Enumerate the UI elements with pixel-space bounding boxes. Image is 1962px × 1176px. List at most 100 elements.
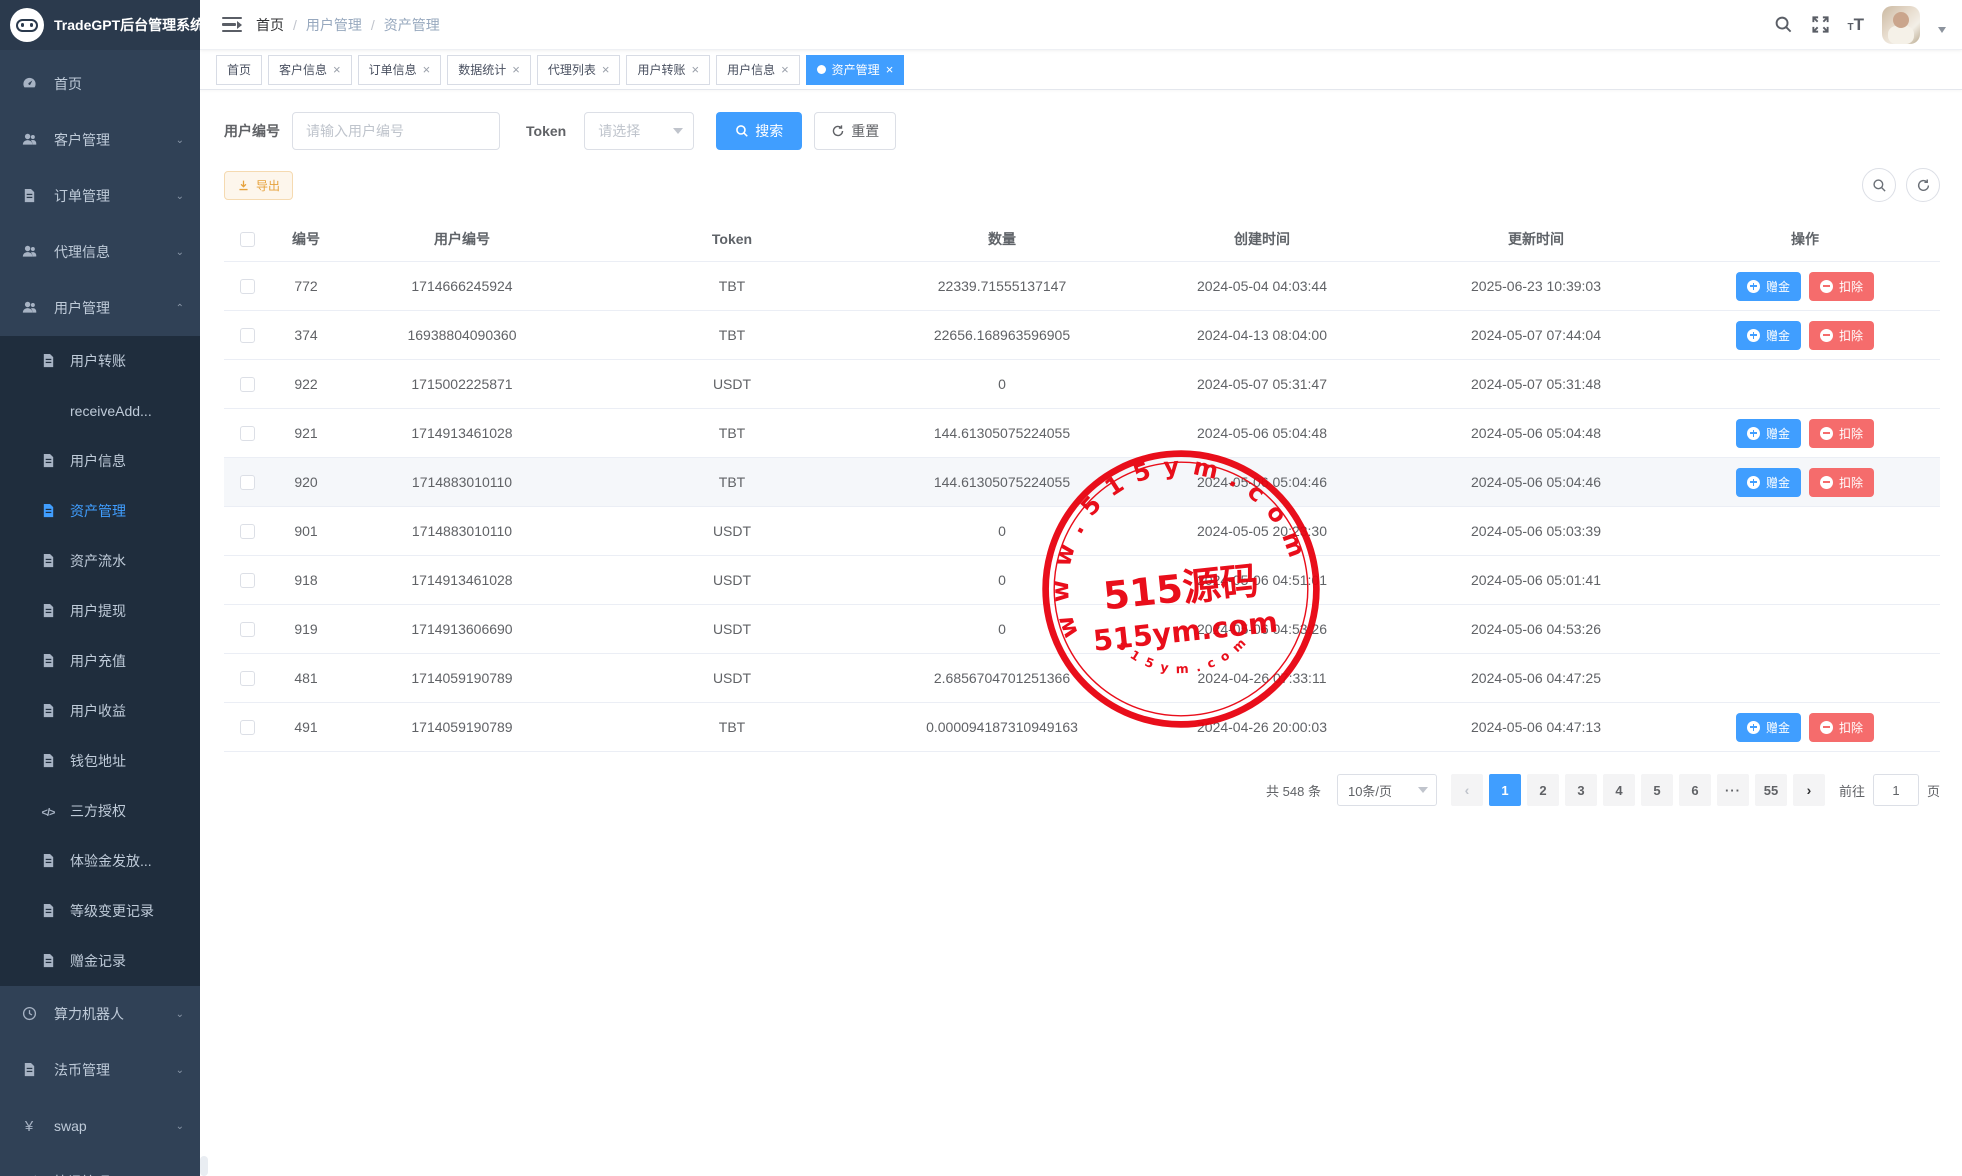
search-icon[interactable]	[1774, 15, 1793, 34]
select-all-checkbox[interactable]	[240, 232, 255, 247]
page-button-5[interactable]: 5	[1641, 774, 1673, 806]
page-button-3[interactable]: 3	[1565, 774, 1597, 806]
tab-数据统计[interactable]: 数据统计×	[447, 55, 531, 85]
document-icon	[22, 1062, 37, 1077]
sidebar-item-订单管理[interactable]: 订单管理⌄	[0, 168, 200, 224]
sidebar-subitem-用户信息[interactable]: 用户信息	[0, 436, 200, 486]
avatar[interactable]	[1882, 6, 1920, 44]
table-search-toggle-button[interactable]	[1862, 168, 1896, 202]
cell-actions: 赠金 扣除	[1670, 272, 1940, 301]
main-area: 首页 / 用户管理 / 资产管理 TT 首页客户信息×订单信息×数据统计×代理列…	[200, 0, 1962, 1176]
page-button-2[interactable]: 2	[1527, 774, 1559, 806]
breadcrumb-home[interactable]: 首页	[256, 15, 284, 35]
cell-id: 921	[270, 425, 342, 441]
gift-button[interactable]: 赠金	[1736, 321, 1801, 350]
sidebar-subitem-label: 资产流水	[70, 551, 126, 571]
sidebar-subitem-体验金发放...[interactable]: 体验金发放...	[0, 836, 200, 886]
sidebar-item-法币管理[interactable]: 法币管理⌄	[0, 1042, 200, 1098]
row-checkbox[interactable]	[240, 671, 255, 686]
goto-page-input[interactable]	[1873, 774, 1919, 806]
close-icon[interactable]: ×	[423, 63, 431, 76]
sidebar-subitem-钱包地址[interactable]: 钱包地址	[0, 736, 200, 786]
user-id-input[interactable]	[292, 112, 500, 150]
sidebar-subitem-三方授权[interactable]: </>三方授权	[0, 786, 200, 836]
row-checkbox[interactable]	[240, 573, 255, 588]
prev-page-button[interactable]: ‹	[1451, 774, 1483, 806]
sidebar-item-快讯管理[interactable]: 快讯管理⌄	[0, 1154, 200, 1176]
clock-icon	[22, 1006, 37, 1021]
deduct-button[interactable]: 扣除	[1809, 419, 1874, 448]
close-icon[interactable]: ×	[781, 63, 789, 76]
search-button[interactable]: 搜索	[716, 112, 802, 150]
sidebar-item-用户管理[interactable]: 用户管理⌃	[0, 280, 200, 336]
deduct-button[interactable]: 扣除	[1809, 713, 1874, 742]
row-checkbox[interactable]	[240, 720, 255, 735]
page-ellipsis[interactable]: ···	[1717, 774, 1749, 806]
close-icon[interactable]: ×	[886, 63, 894, 76]
deduct-button[interactable]: 扣除	[1809, 272, 1874, 301]
sidebar-subitem-用户转账[interactable]: 用户转账	[0, 336, 200, 386]
page-button-4[interactable]: 4	[1603, 774, 1635, 806]
hamburger-icon[interactable]	[222, 17, 242, 33]
row-checkbox[interactable]	[240, 377, 255, 392]
table-row: 4811714059190789USDT2.685670470125136620…	[224, 654, 1940, 703]
sidebar-subitem-label: 用户收益	[70, 701, 126, 721]
page-button-1[interactable]: 1	[1489, 774, 1521, 806]
reset-button[interactable]: 重置	[814, 112, 896, 150]
sidebar-item-swap[interactable]: ¥swap⌄	[0, 1098, 200, 1154]
sidebar-subitem-资产管理[interactable]: 资产管理	[0, 486, 200, 536]
sidebar-scrollbar[interactable]	[200, 1156, 208, 1176]
sidebar-item-算力机器人[interactable]: 算力机器人⌄	[0, 986, 200, 1042]
fullscreen-icon[interactable]	[1811, 15, 1830, 34]
close-icon[interactable]: ×	[333, 63, 341, 76]
gift-button[interactable]: 赠金	[1736, 272, 1801, 301]
deduct-button[interactable]: 扣除	[1809, 468, 1874, 497]
cell-token: USDT	[582, 670, 882, 686]
avatar-caret-icon[interactable]	[1938, 27, 1946, 33]
tab-订单信息[interactable]: 订单信息×	[358, 55, 442, 85]
sidebar-subitem-用户收益[interactable]: 用户收益	[0, 686, 200, 736]
sidebar-item-代理信息[interactable]: 代理信息⌄	[0, 224, 200, 280]
sidebar-subitem-赠金记录[interactable]: 赠金记录	[0, 936, 200, 986]
row-checkbox[interactable]	[240, 279, 255, 294]
cell-amount: 0	[882, 572, 1122, 588]
row-checkbox[interactable]	[240, 622, 255, 637]
gift-button[interactable]: 赠金	[1736, 419, 1801, 448]
sidebar-item-客户管理[interactable]: 客户管理⌄	[0, 112, 200, 168]
row-checkbox[interactable]	[240, 426, 255, 441]
deduct-button[interactable]: 扣除	[1809, 321, 1874, 350]
row-checkbox[interactable]	[240, 328, 255, 343]
sidebar-item-首页[interactable]: 首页	[0, 56, 200, 112]
gift-button[interactable]: 赠金	[1736, 713, 1801, 742]
cell-id: 374	[270, 327, 342, 343]
cell-token: TBT	[582, 474, 882, 490]
tab-客户信息[interactable]: 客户信息×	[268, 55, 352, 85]
sidebar-subitem-receiveAdd...[interactable]: receiveAdd...	[0, 386, 200, 436]
close-icon[interactable]: ×	[602, 63, 610, 76]
page-button-6[interactable]: 6	[1679, 774, 1711, 806]
page-size-select[interactable]: 10条/页	[1337, 774, 1437, 806]
plus-circle-icon	[1747, 329, 1760, 342]
sidebar-subitem-等级变更记录[interactable]: 等级变更记录	[0, 886, 200, 936]
close-icon[interactable]: ×	[512, 63, 520, 76]
close-icon[interactable]: ×	[691, 63, 699, 76]
page-button-55[interactable]: 55	[1755, 774, 1787, 806]
sidebar-subitem-用户提现[interactable]: 用户提现	[0, 586, 200, 636]
column-header-操作: 操作	[1670, 229, 1940, 249]
row-checkbox[interactable]	[240, 475, 255, 490]
sidebar-subitem-用户充值[interactable]: 用户充值	[0, 636, 200, 686]
tab-代理列表[interactable]: 代理列表×	[537, 55, 621, 85]
tab-用户转账[interactable]: 用户转账×	[626, 55, 710, 85]
table-refresh-button[interactable]	[1906, 168, 1940, 202]
font-size-icon[interactable]: TT	[1848, 15, 1865, 35]
tab-资产管理[interactable]: 资产管理×	[806, 55, 905, 85]
tab-用户信息[interactable]: 用户信息×	[716, 55, 800, 85]
row-checkbox[interactable]	[240, 524, 255, 539]
sidebar-subitem-资产流水[interactable]: 资产流水	[0, 536, 200, 586]
breadcrumb-user-mgmt[interactable]: 用户管理	[306, 15, 362, 35]
tab-首页[interactable]: 首页	[216, 55, 262, 85]
gift-button[interactable]: 赠金	[1736, 468, 1801, 497]
token-select[interactable]: 请选择	[584, 112, 694, 150]
next-page-button[interactable]: ›	[1793, 774, 1825, 806]
export-button[interactable]: 导出	[224, 171, 293, 200]
